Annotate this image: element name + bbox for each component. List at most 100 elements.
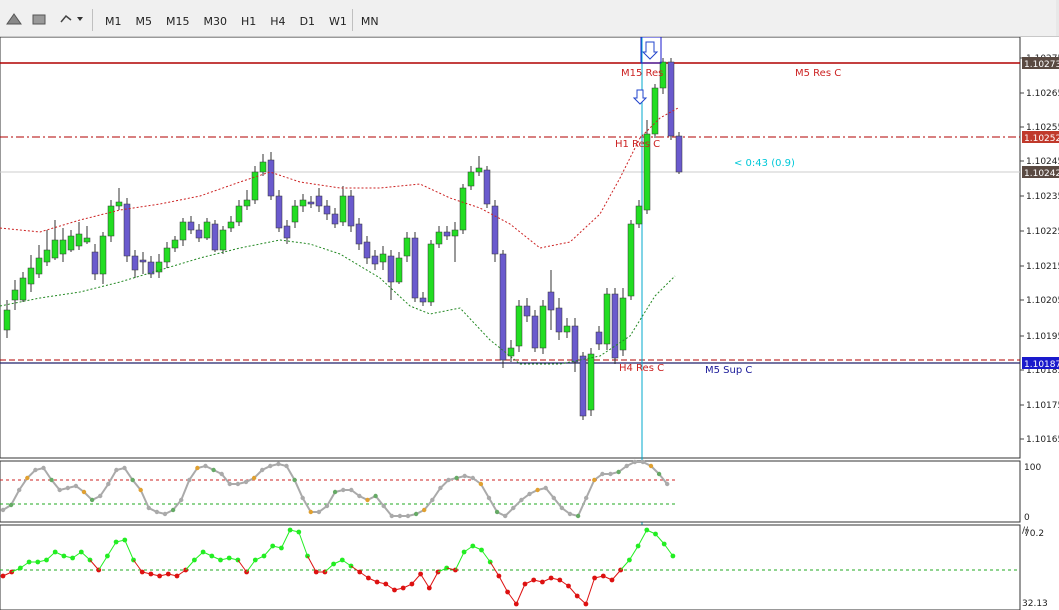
osc-point [413,511,419,517]
osc-point [389,513,394,519]
osc-point [25,475,30,481]
osc-point [332,489,338,495]
mom-point [600,573,606,579]
candle-body [579,355,587,417]
tf-h1[interactable]: H1 [234,11,263,32]
tf-d1[interactable]: D1 [293,11,322,32]
osc-point [195,465,200,471]
level-label: M5 Sup C [705,365,752,376]
candle-body [67,235,75,251]
candle-body [203,221,211,239]
candle-body [171,239,179,249]
mom-point [670,553,676,559]
osc-point [648,463,654,469]
osc-point [292,477,297,483]
candle-body [603,293,611,345]
main-price-pane: 1.102751.102651.102551.102451.102351.102… [0,37,1059,610]
candle-body [475,167,483,173]
candle-body [283,225,291,239]
candle-body [235,205,243,223]
price-tick-label: 1.10265 [1026,89,1059,99]
osc-point [575,513,581,519]
triangle-up-icon[interactable] [6,12,22,26]
chart-canvas[interactable]: 1.102751.102651.102551.102451.102351.102… [0,37,1059,610]
osc-point [559,505,565,511]
candle-body [195,229,203,239]
osc-point [122,465,127,471]
price-label: 1.10273 [1024,60,1059,70]
candle-body [355,223,363,245]
candle-body [227,221,235,229]
price-tick-label: 1.10205 [1026,296,1059,306]
mom-pane-frame [0,524,1021,610]
osc-tick: 0 [1024,513,1030,523]
osc-point [365,497,370,503]
osc-point [8,502,14,508]
price-label: 1.10242 [1024,169,1059,179]
mom-point [513,601,519,607]
osc-point [543,485,548,491]
tf-h4[interactable]: H4 [263,11,292,32]
level-label: H1 Res C [615,139,660,150]
osc-point [341,487,346,493]
osc-point [146,505,151,511]
candle-body [587,353,595,411]
osc-point [154,509,160,515]
momentum-pane: 70.232.13// [0,524,1048,610]
tf-m1[interactable]: M1 [98,11,129,32]
shapes-dropdown-icon[interactable] [58,12,86,26]
candle-body [427,243,435,303]
osc-point [519,497,524,503]
osc-point [567,511,573,517]
tf-m5[interactable]: M5 [129,11,160,32]
candle-body [123,203,131,257]
candle-body [675,135,683,173]
candle-timer: < 0:43 (0.9) [734,158,795,169]
price-label: 1.10252 [1024,134,1059,144]
candle-body [179,221,187,241]
osc-point [656,471,662,477]
main-pane-frame [0,37,1021,459]
tf-m15[interactable]: M15 [159,11,197,32]
candle-body [403,237,411,257]
osc-point [405,513,411,519]
mom-point [644,527,650,533]
candle-body [331,213,339,225]
candle-body [499,253,507,361]
candle-body [443,231,451,237]
osc-point [33,467,38,473]
candle-body [163,247,171,263]
candle-body [259,161,267,173]
candle-body [467,171,475,187]
osc-point [49,477,54,483]
candle-body [43,249,51,263]
candle-body [59,239,67,255]
osc-point [503,513,508,519]
osc-point [624,463,629,469]
mom-tick: 32.13 [1022,599,1048,609]
tf-mn[interactable]: MN [354,11,386,32]
candle-body [459,187,467,231]
osc-point [89,497,95,503]
candle-body [131,255,139,271]
candle-body [451,229,459,237]
osc-point [454,475,459,481]
osc-point [632,459,637,465]
osc-point [665,481,670,487]
rectangle-icon[interactable] [31,12,47,26]
candle-body [483,169,491,205]
candle-body [363,241,371,259]
osc-point [308,509,313,515]
candle-body [51,239,59,259]
osc-pane-frame [0,460,1021,523]
osc-point [446,477,451,483]
osc-point [300,495,305,501]
osc-point [373,493,378,499]
candle-body [555,307,563,333]
tf-w1[interactable]: W1 [322,11,354,32]
tf-m30[interactable]: M30 [197,11,235,32]
candle-body [323,205,331,215]
osc-point [130,477,135,483]
osc-point [551,495,556,501]
mom-point [52,549,58,555]
